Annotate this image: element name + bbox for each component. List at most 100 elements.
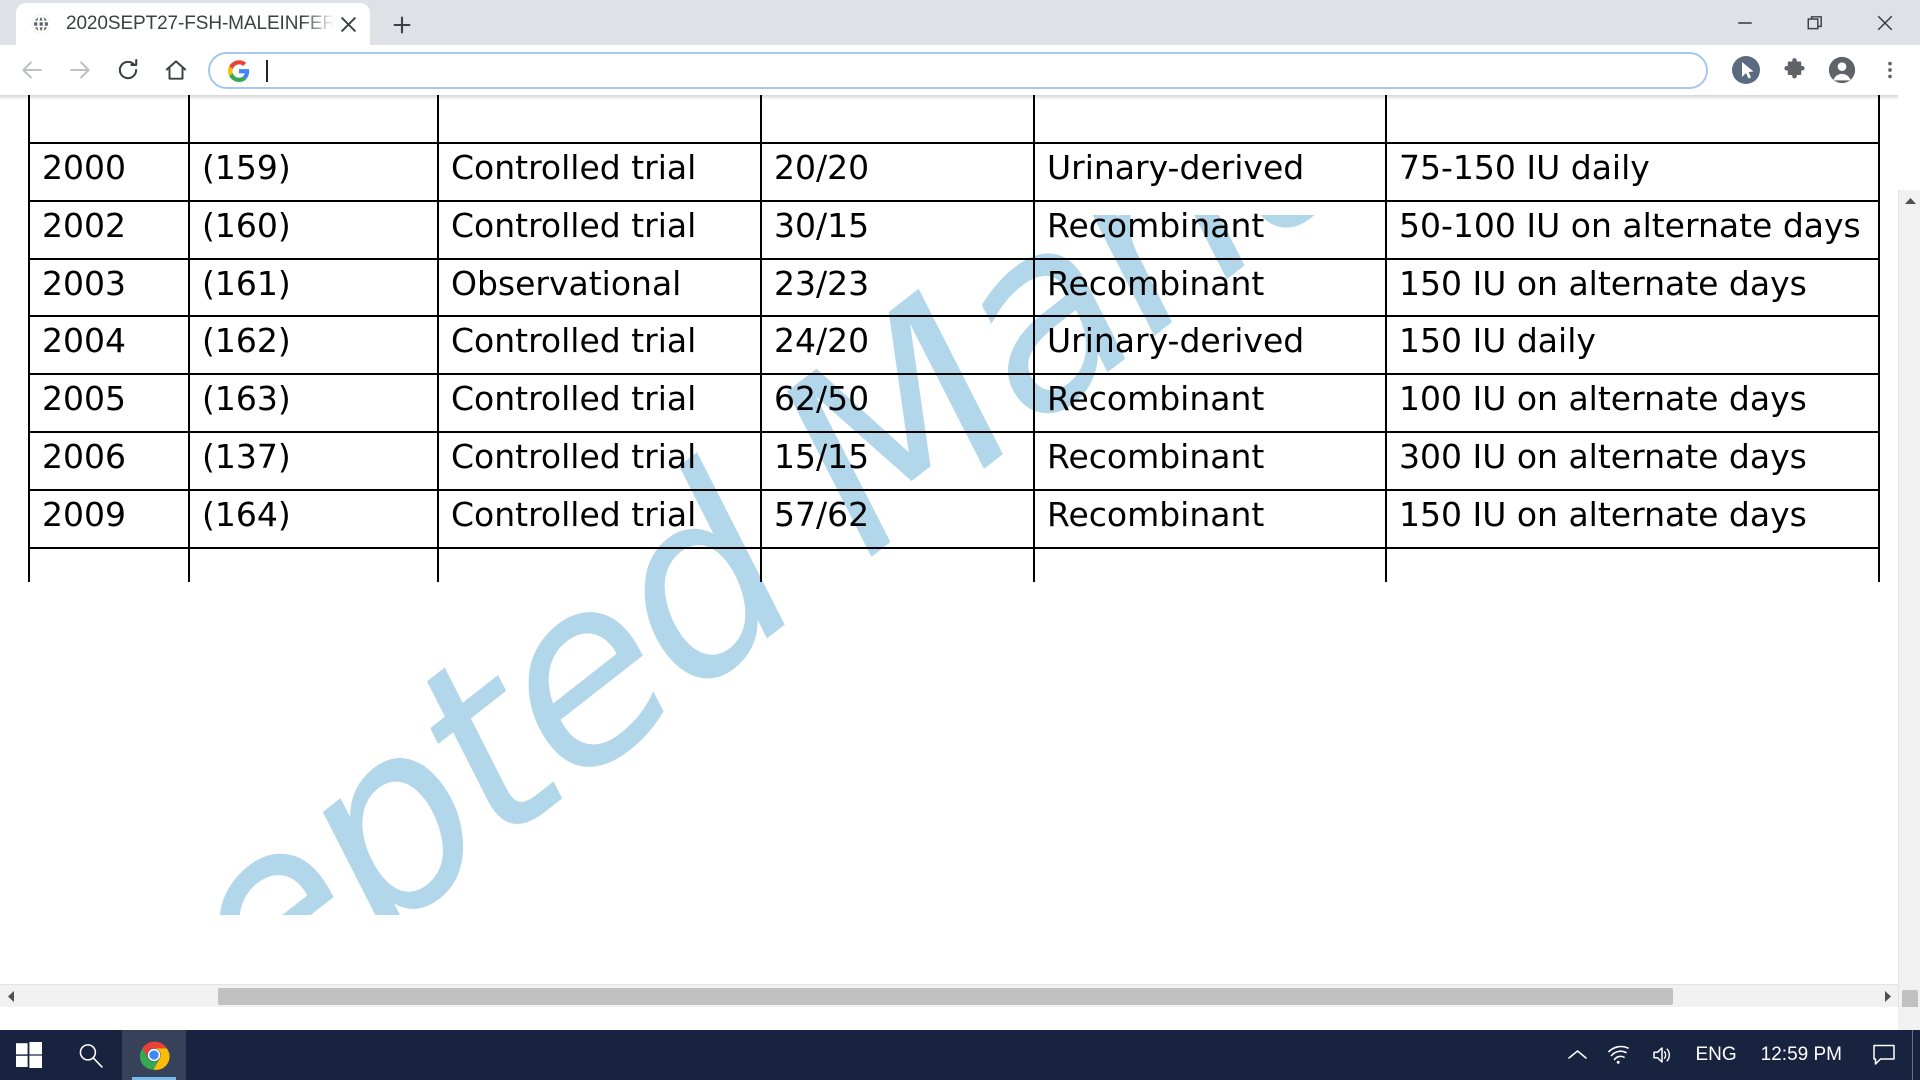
study-table-body: days 2000 (159) Controlled trial 20/20 U… <box>28 95 1880 582</box>
table-row-partial-bottom <box>28 546 1880 582</box>
cell-dose-text: 100 IU on alternate days <box>1399 379 1807 419</box>
tab-title: 2020SEPT27-FSH-MALEINFERTILITY <box>66 13 334 34</box>
cell-reference: (160) <box>188 199 439 260</box>
cell-dose: days <box>1385 95 1880 144</box>
system-tray: ENG 12:59 PM <box>1558 1030 1920 1080</box>
close-window-button[interactable] <box>1850 0 1920 45</box>
tab-strip: 2020SEPT27-FSH-MALEINFERTILITY <box>0 0 1920 45</box>
table-row: 2004 (162) Controlled trial 24/20 Urinar… <box>28 315 1880 376</box>
cell-year: 2006 <box>28 431 190 492</box>
cell-dose-text: 150 IU on alternate days <box>1399 263 1807 303</box>
cell-ratio: 30/15 <box>760 199 1035 260</box>
cell-preparation: Recombinant <box>1033 373 1387 434</box>
cell-dose-text: 50-100 IU on alternate days <box>1399 205 1861 245</box>
browser-tab[interactable]: 2020SEPT27-FSH-MALEINFERTILITY <box>16 3 370 45</box>
cell-ratio: 57/62 <box>760 489 1035 549</box>
back-button[interactable] <box>8 46 56 94</box>
cell-ratio: 24/20 <box>760 315 1035 376</box>
pointer-badge-icon[interactable] <box>1722 46 1770 94</box>
study-table: days 2000 (159) Controlled trial 20/20 U… <box>28 95 1880 582</box>
cell-dose-text: 150 IU daily <box>1399 321 1596 361</box>
reload-icon <box>118 59 138 80</box>
new-tab-button[interactable] <box>385 8 419 42</box>
browser-window: 2020SEPT27-FSH-MALEINFERTILITY <box>0 0 1920 1030</box>
maximize-button[interactable] <box>1780 0 1850 45</box>
cell-dose: 100 IU on alternate days <box>1385 373 1880 434</box>
cell-reference: (161) <box>188 257 439 318</box>
clock[interactable]: 12:59 PM <box>1747 1030 1856 1080</box>
windows-start-icon[interactable] <box>0 1030 58 1080</box>
cell-design <box>437 95 762 144</box>
close-icon[interactable] <box>334 10 362 38</box>
cell-design: Observational <box>437 257 762 318</box>
cell-preparation: Recombinant <box>1033 489 1387 549</box>
scroll-right-arrow-icon[interactable] <box>1876 985 1898 1007</box>
windows-taskbar: ENG 12:59 PM <box>0 1030 1920 1080</box>
cell-design: Controlled trial <box>437 141 762 202</box>
vertical-scrollbar[interactable] <box>1898 190 1920 1030</box>
speaker-icon[interactable] <box>1641 1030 1685 1080</box>
minimize-button[interactable] <box>1710 0 1780 45</box>
cell-year: 2000 <box>28 141 190 202</box>
taskbar-chrome-icon[interactable] <box>122 1030 186 1080</box>
cell-ratio: 20/20 <box>760 141 1035 202</box>
language-indicator[interactable]: ENG <box>1685 1030 1746 1080</box>
scroll-left-arrow-icon[interactable] <box>0 985 22 1007</box>
chevron-up-icon[interactable] <box>1558 1030 1597 1080</box>
cell-ratio: 15/15 <box>760 431 1035 492</box>
toolbar-actions <box>1722 46 1914 94</box>
cell-reference: (164) <box>188 489 439 549</box>
horizontal-scrollbar-thumb[interactable] <box>218 988 1673 1005</box>
minimize-icon <box>1738 21 1752 24</box>
home-button[interactable] <box>152 46 200 94</box>
cell-preparation: Recombinant <box>1033 431 1387 492</box>
table-row-partial: days <box>28 95 1880 144</box>
plus-icon <box>393 16 411 34</box>
cell-year: 2009 <box>28 489 190 549</box>
close-icon <box>1877 15 1893 30</box>
wifi-icon[interactable] <box>1597 1030 1641 1080</box>
cell-preparation <box>1033 95 1387 144</box>
google-g-icon <box>228 59 250 82</box>
cell-dose: 75-150 IU daily <box>1385 141 1880 202</box>
profile-avatar-icon[interactable] <box>1818 46 1866 94</box>
cell-year: 2002 <box>28 199 190 260</box>
study-table-container: days 2000 (159) Controlled trial 20/20 U… <box>28 95 1880 582</box>
notification-icon[interactable] <box>1856 1030 1912 1080</box>
address-bar[interactable] <box>208 52 1708 89</box>
horizontal-scrollbar[interactable] <box>0 984 1898 1007</box>
cell-design: Controlled trial <box>437 199 762 260</box>
show-desktop-button[interactable] <box>1912 1030 1920 1080</box>
cell-dose: 300 IU on alternate days <box>1385 431 1880 492</box>
text-cursor <box>266 59 268 82</box>
cell-preparation: Urinary-derived <box>1033 141 1387 202</box>
reload-button[interactable] <box>104 46 152 94</box>
cell-dose: 150 IU on alternate days <box>1385 489 1880 549</box>
scroll-up-arrow-icon[interactable] <box>1899 190 1920 212</box>
cell-reference <box>188 95 439 144</box>
cell-ratio: 62/50 <box>760 373 1035 434</box>
cell-dose-text: 75-150 IU daily <box>1399 147 1650 187</box>
table-row: 2006 (137) Controlled trial 15/15 Recomb… <box>28 431 1880 492</box>
home-icon <box>165 60 187 80</box>
back-arrow-icon <box>22 61 42 79</box>
forward-button[interactable] <box>56 46 104 94</box>
forward-arrow-icon <box>70 61 90 79</box>
cell-year <box>28 95 190 144</box>
globe-icon <box>30 13 52 35</box>
table-row: 2005 (163) Controlled trial 62/50 Recomb… <box>28 373 1880 434</box>
cell-design: Controlled trial <box>437 373 762 434</box>
cell-preparation: Urinary-derived <box>1033 315 1387 376</box>
document-page: cepted Manu 2000 (159) Controlled trial … <box>0 95 1898 1007</box>
table-row: 2009 (164) Controlled trial 57/62 Recomb… <box>28 489 1880 549</box>
cell-reference: (162) <box>188 315 439 376</box>
extensions-puzzle-icon[interactable] <box>1770 46 1818 94</box>
cell-design: Controlled trial <box>437 431 762 492</box>
cell-reference: (137) <box>188 431 439 492</box>
cell-dose-text: 300 IU on alternate days <box>1399 437 1807 477</box>
cell-year: 2005 <box>28 373 190 434</box>
window-controls <box>1710 0 1920 45</box>
three-dot-menu-icon[interactable] <box>1866 46 1914 94</box>
cell-design: Controlled trial <box>437 315 762 376</box>
search-magnifier-icon[interactable] <box>58 1030 122 1080</box>
